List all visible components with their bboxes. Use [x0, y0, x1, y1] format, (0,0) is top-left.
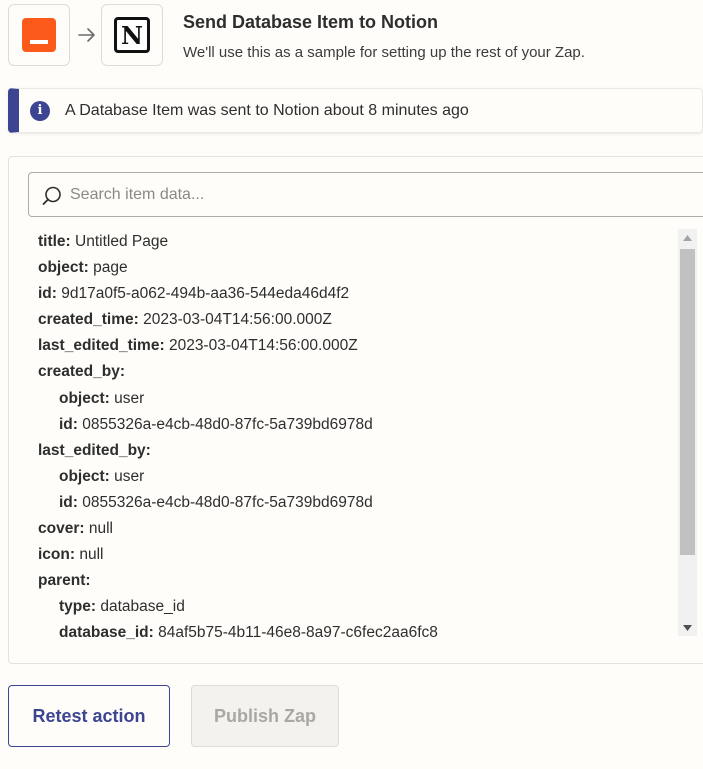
data-value: user — [114, 467, 145, 485]
data-row: object: page — [38, 255, 678, 281]
info-icon: i — [30, 101, 50, 121]
data-key: object: — [38, 259, 89, 277]
data-value: Untitled Page — [75, 233, 169, 250]
data-key: cover: — [38, 520, 85, 538]
data-row: id: 0855326a-e4cb-48d0-87fc-5a739bd6978d — [38, 490, 678, 516]
data-value: user — [114, 389, 145, 407]
data-key: parent: — [38, 572, 91, 590]
scroll-thumb[interactable] — [680, 249, 695, 555]
caret-down-icon — [683, 624, 692, 631]
data-value: 0855326a-e4cb-48d0-87fc-5a739bd6978d — [82, 415, 373, 433]
data-value: page — [93, 259, 128, 277]
data-key: object: — [59, 467, 110, 485]
data-value: 84af5b75-4b11-46e8-8a97-c6fec2aa6fc8 — [158, 624, 438, 642]
scroll-down-button[interactable] — [678, 619, 697, 636]
data-value: null — [88, 520, 113, 538]
arrow-right-icon — [78, 28, 95, 42]
data-row: cover: null — [38, 516, 678, 542]
data-key: title: — [38, 233, 71, 250]
data-key: id: — [38, 285, 57, 303]
data-key: last_edited_by: — [38, 441, 151, 459]
data-key: last_edited_time: — [38, 337, 165, 355]
data-row: id: 0855326a-e4cb-48d0-87fc-5a739bd6978d — [38, 412, 678, 438]
data-row: object: user — [38, 464, 678, 490]
data-key: id: — [59, 415, 78, 433]
notion-icon: N — [114, 17, 150, 53]
search-box[interactable] — [28, 172, 703, 217]
data-row: icon: null — [38, 542, 678, 568]
data-row: title: Untitled Page — [38, 229, 678, 255]
trigger-app-icon — [8, 4, 70, 66]
item-data-panel: title: Untitled Pageobject: pageid: 9d17… — [8, 156, 703, 664]
data-row: created_by: — [38, 359, 678, 385]
data-row: object: user — [38, 386, 678, 412]
data-row: id: 9d17a0f5-a062-494b-aa36-544eda46d4f2 — [38, 281, 678, 307]
data-key: icon: — [38, 546, 76, 564]
search-icon — [42, 186, 61, 205]
action-app-icon: N — [101, 4, 163, 66]
data-row: type: database_id — [38, 594, 678, 620]
retest-action-button[interactable]: Retest action — [8, 685, 170, 747]
item-data-list: title: Untitled Page object: page id: 9d17… — [38, 229, 678, 647]
data-key: id: — [59, 493, 78, 511]
data-row: created_time: 2023-03-04T14:56:00.000Z — [38, 307, 678, 333]
step-subtitle: We'll use this as a sample for setting u… — [183, 44, 585, 61]
data-key: type: — [59, 598, 97, 616]
data-value: 9d17a0f5-a062-494b-aa36-544eda46d4f2 — [61, 285, 350, 303]
data-value: 0855326a-e4cb-48d0-87fc-5a739bd6978d — [82, 493, 373, 511]
data-key: database_id: — [59, 624, 154, 642]
data-key: object: — [59, 389, 110, 407]
data-value: null — [79, 546, 104, 564]
data-key: created_by: — [38, 363, 126, 381]
data-row: last_edited_by: — [38, 438, 678, 464]
info-banner: i A Database Item was sent to Notion abo… — [8, 88, 703, 133]
data-key: created_time: — [38, 311, 139, 329]
data-value: 2023-03-04T14:56:00.000Z — [168, 337, 358, 355]
data-row: database_id: 84af5b75-4b11-46e8-8a97-c6f… — [38, 620, 678, 646]
step-title: Send Database Item to Notion — [183, 12, 439, 32]
orange-app-icon — [22, 18, 56, 52]
scrollbar[interactable] — [678, 229, 697, 636]
data-row: parent: — [38, 568, 678, 594]
step-header: N Send Database Item to Notion We'll use… — [8, 4, 703, 68]
scroll-up-button[interactable] — [678, 229, 697, 246]
publish-zap-button[interactable]: Publish Zap — [191, 685, 339, 747]
search-input[interactable] — [70, 173, 690, 216]
caret-up-icon — [683, 234, 692, 241]
banner-text: A Database Item was sent to Notion about… — [65, 102, 469, 119]
data-value: 2023-03-04T14:56:00.000Z — [143, 311, 332, 329]
data-row: last_edited_time: 2023-03-04T14:56:00.00… — [38, 333, 678, 359]
data-value: database_id — [100, 598, 185, 616]
